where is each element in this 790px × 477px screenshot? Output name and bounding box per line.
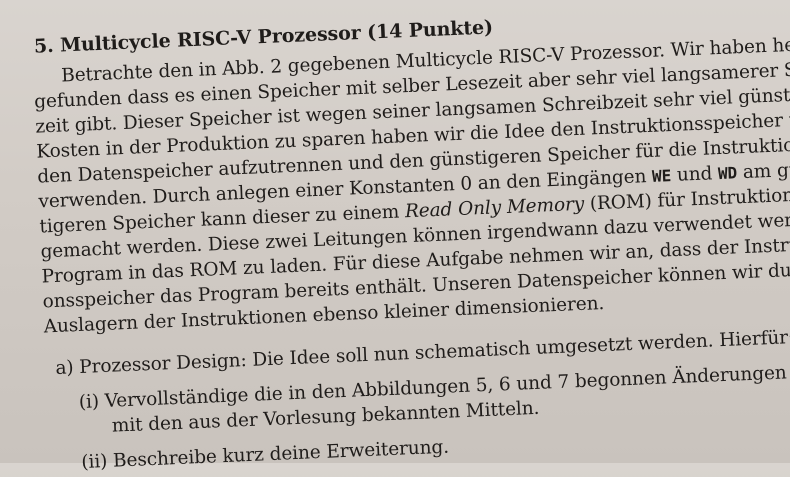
body-line-6-text-c: am güns- xyxy=(742,158,790,184)
wd-signal: WD xyxy=(717,163,738,184)
task-page: 5. Multicycle RISC-V Prozessor (14 Punkt… xyxy=(0,0,790,473)
item-ii: (ii) Beschreibe kurz deine Erweiterung. xyxy=(80,436,450,473)
rom-term: Read Only Memory xyxy=(404,193,585,223)
we-signal: WE xyxy=(651,166,672,186)
body-line-6-text-b: und xyxy=(670,163,719,187)
